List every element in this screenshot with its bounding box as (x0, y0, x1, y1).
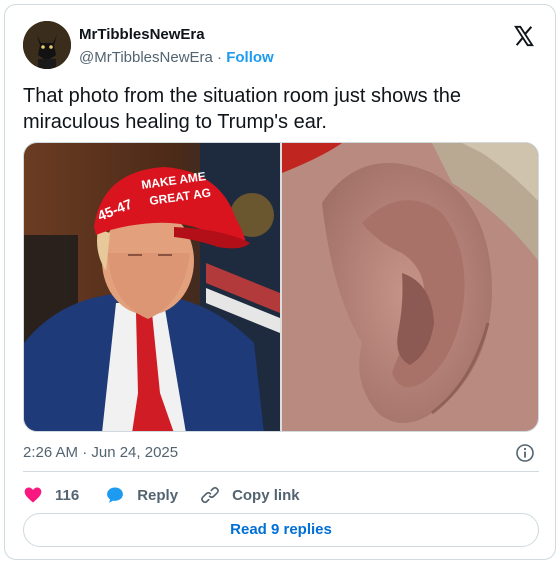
tweet-text-line-1: That photo from the situation room just … (23, 85, 461, 107)
reply-bubble-icon (107, 487, 124, 503)
like-count: 116 (55, 486, 80, 504)
handle-separator: · (217, 49, 223, 66)
reply-button[interactable]: Reply (105, 485, 178, 505)
ear-closeup-photo[interactable] (282, 143, 539, 432)
divider (23, 471, 539, 472)
tweet-timestamp[interactable]: 2:26 AM · Jun 24, 2025 (23, 444, 178, 461)
author-handle-row: @MrTibblesNewEra · Follow (79, 49, 274, 66)
tweet-media[interactable]: MAKE AME GREAT AG 45-47 (23, 142, 539, 432)
link-icon (201, 486, 220, 504)
heart-icon (24, 487, 42, 503)
reply-label: Reply (137, 486, 179, 504)
like-button[interactable]: 116 (23, 485, 79, 505)
tweet-card: MrTibblesNewEra @MrTibblesNewEra · Follo… (4, 4, 556, 560)
man-in-red-cap-photo[interactable]: MAKE AME GREAT AG 45-47 (24, 143, 280, 432)
copy-link-label: Copy link (232, 486, 300, 504)
tweet-text: That photo from the situation room just … (23, 83, 543, 135)
x-logo-icon[interactable] (513, 25, 535, 47)
read-replies-button[interactable]: Read 9 replies (23, 513, 539, 547)
author-display-name[interactable]: MrTibblesNewEra (79, 26, 205, 43)
follow-button[interactable]: Follow (226, 49, 274, 66)
tweet-text-line-2: miraculous healing to Trump's ear. (23, 111, 327, 133)
avatar-cat-image (23, 21, 71, 69)
info-icon[interactable] (515, 443, 535, 463)
copy-link-button[interactable]: Copy link (200, 485, 300, 505)
author-handle[interactable]: @MrTibblesNewEra (79, 49, 213, 66)
tweet-actions: 116 Reply Copy link (23, 483, 300, 507)
avatar[interactable] (23, 21, 71, 69)
